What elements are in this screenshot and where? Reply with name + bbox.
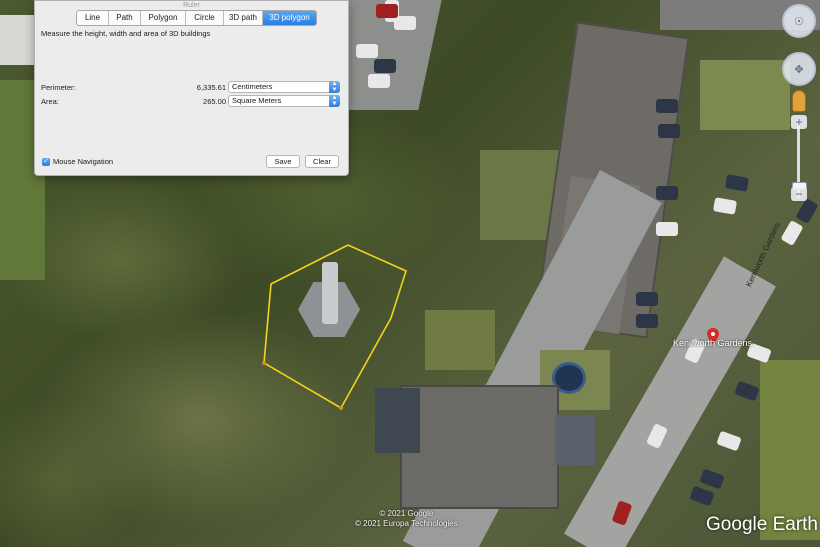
measurement-tabs: Line Path Polygon Circle 3D path 3D poly… [76,10,317,26]
perimeter-unit-select[interactable]: Centimeters ▲ ▼ [228,81,340,93]
chevron-updown-icon: ▲ ▼ [329,95,340,107]
instruction-text: Measure the height, width and area of 3D… [41,29,211,38]
tab-polygon[interactable]: Polygon [141,11,186,25]
zoom-in-button[interactable]: + [791,115,807,129]
move-icon[interactable]: ✥ [782,52,816,86]
google-earth-watermark: Google Earth [706,514,818,535]
perimeter-unit: Centimeters [232,82,273,91]
save-button[interactable]: Save [266,155,300,168]
zoom-out-button[interactable]: − [791,187,807,201]
tab-3d-polygon[interactable]: 3D polygon [263,11,316,25]
credit-line: © 2021 Europa Technologies [355,519,458,528]
tab-path[interactable]: Path [109,11,141,25]
dialog-title: Ruler [183,2,200,9]
street-label: Kenilworth Gardens [673,338,753,348]
polygon-vertex[interactable] [339,406,343,410]
area-value: 265.00 [203,97,226,106]
tab-circle[interactable]: Circle [186,11,224,25]
tab-3d-path[interactable]: 3D path [224,11,263,25]
mouse-navigation-checkbox[interactable]: ✓ [42,158,50,166]
perimeter-label: Perimeter: [41,83,76,92]
area-unit-select[interactable]: Square Meters ▲ ▼ [228,95,340,107]
polygon-vertex[interactable] [262,361,266,365]
tab-line[interactable]: Line [77,11,109,25]
mouse-navigation-label[interactable]: Mouse Navigation [53,157,113,166]
look-around-icon[interactable]: ☉ [782,4,816,38]
area-unit: Square Meters [232,96,282,105]
ruler-dialog: Ruler Line Path Polygon Circle 3D path 3… [34,0,349,176]
area-label: Area: [41,97,59,106]
credit-line: © 2021 Google [379,509,434,518]
measurement-polygon[interactable] [263,244,407,410]
clear-button[interactable]: Clear [305,155,339,168]
chevron-updown-icon: ▲ ▼ [329,81,340,93]
perimeter-value: 6,335.61 [196,83,226,92]
street-view-pegman-icon[interactable] [792,90,806,112]
map-credits: © 2021 Google © 2021 Europa Technologies [355,509,458,529]
